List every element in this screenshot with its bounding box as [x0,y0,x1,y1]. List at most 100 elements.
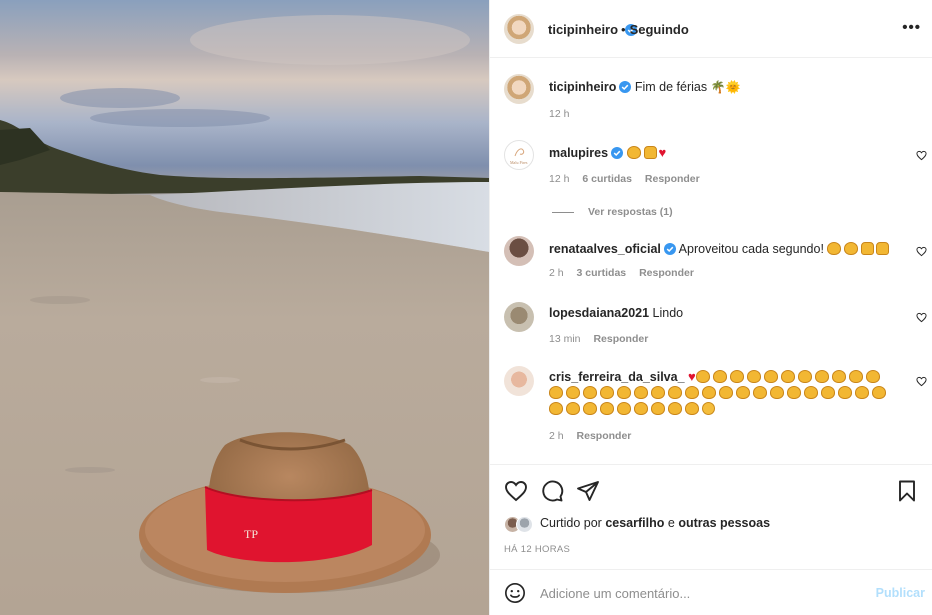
comments-list[interactable]: ticipinheiro Fim de férias 🌴🌞 12 h Malu … [490,58,932,464]
palm-tree-emoji: 🌴 [710,80,726,94]
replies-dash [552,211,574,213]
post-actions: Curtido por cesarfilho e outras pessoas … [490,464,932,569]
caption-username[interactable]: ticipinheiro [549,80,616,94]
caption-text: Fim de férias [634,80,708,94]
clap-emoji [804,386,818,399]
comment-bubble-icon[interactable] [540,479,564,503]
comment-username[interactable]: cris_ferreira_da_silva_ [549,370,685,384]
comment-likes[interactable]: 3 curtidas [577,267,627,279]
clap-emoji [844,242,859,255]
comment-username[interactable]: renataalves_oficial [549,242,661,256]
beach-hat-image: TP [0,15,489,615]
verified-badge-icon [663,243,676,255]
more-options-icon[interactable]: ••• [902,19,921,36]
clap-emoji [753,386,767,399]
clap-emoji [719,386,733,399]
comment-line: lopesdaiana2021 Lindo [549,305,909,321]
add-comment-bar: Publicar [490,569,932,615]
comment-line: renataalves_oficial Aproveitou cada segu… [549,241,909,257]
clap-emoji [566,386,580,399]
clap-emoji [746,370,761,383]
smiling-face-emoji [702,402,715,415]
like-heart-icon[interactable] [504,479,528,503]
clap-emoji [566,402,580,415]
clap-emoji [651,402,665,415]
author-avatar[interactable] [504,14,534,44]
header-separator: • [621,22,626,37]
reply-link[interactable]: Responder [645,173,700,185]
comment-like-heart-icon[interactable] [916,150,927,161]
clap-emoji [549,402,563,415]
commenter-avatar[interactable] [504,236,534,266]
raised-hands-emoji [861,242,875,255]
reply-link[interactable]: Responder [593,333,648,345]
clap-emoji [600,402,614,415]
liked-by-user-link[interactable]: cesarfilho [605,516,664,530]
clap-emoji [702,386,716,399]
clap-emoji [600,386,614,399]
liked-by-others-link[interactable]: outras pessoas [678,516,770,530]
reply-link[interactable]: Responder [639,267,694,279]
clap-emoji [780,370,795,383]
caption-line: ticipinheiro Fim de férias 🌴🌞 [549,79,909,95]
clap-emoji [787,386,801,399]
clap-emoji [797,370,812,383]
comment-like-heart-icon[interactable] [916,312,927,323]
clap-emoji [848,370,863,383]
comment-time: 12 h [549,173,570,185]
commenter-avatar[interactable] [504,302,534,332]
commenter-avatar[interactable] [504,366,534,396]
clap-emoji [634,386,648,399]
comment-time: 2 h [549,430,564,442]
comment-input[interactable] [540,582,860,604]
post-photo[interactable]: TP [0,0,489,615]
clap-emoji [685,386,699,399]
comment-username[interactable]: lopesdaiana2021 [549,306,649,320]
reply-link[interactable]: Responder [577,430,632,442]
caption-time: 12 h [549,108,570,120]
liker-avatar[interactable] [516,516,533,533]
follow-status[interactable]: • Seguindo [621,22,689,37]
comment-likes[interactable]: 6 curtidas [582,173,632,185]
clap-emoji [712,370,727,383]
comment-meta: 2 h Responder [549,430,641,442]
clap-emoji [838,386,852,399]
clap-emoji [583,386,597,399]
liked-by-conj: e [667,516,675,530]
clap-emoji [617,386,631,399]
view-replies-link[interactable]: Ver respostas (1) [552,206,673,218]
instagram-post: TP ticipinheiro • Seguindo ••• ticipinhe… [0,0,932,615]
comment-username[interactable]: malupires [549,146,608,160]
clap-emoji [831,370,846,383]
clap-emoji-row [549,386,889,400]
emoji-smiley-icon[interactable] [504,582,526,604]
view-replies-text[interactable]: Ver respostas (1) [588,206,673,218]
save-bookmark-icon[interactable] [895,479,919,503]
clap-emoji [814,370,829,383]
comment-time: 13 min [549,333,581,345]
caption-meta: 12 h [549,108,579,120]
share-paper-plane-icon[interactable] [576,479,600,503]
clap-emoji [583,402,597,415]
comment-meta: 13 min Responder [549,333,658,345]
clap-emoji [729,370,744,383]
clap-emoji [855,386,869,399]
clap-emoji [668,386,682,399]
comment-meta: 12 h 6 curtidas Responder [549,173,710,185]
post-time-ago[interactable]: HÁ 12 HORAS [504,544,570,555]
comment-like-heart-icon[interactable] [916,246,927,257]
clap-emoji [872,386,886,399]
raised-hands-emoji [876,242,890,255]
malu-logo-text: Malu Pires [510,160,528,165]
clap-emoji-row [549,402,702,416]
comment-like-heart-icon[interactable] [916,376,927,387]
clap-emoji [821,386,835,399]
hat-monogram: TP [244,527,258,541]
author-username-text[interactable]: ticipinheiro [548,22,618,37]
commenter-avatar[interactable]: Malu Pires [504,140,534,170]
following-label[interactable]: Seguindo [630,22,689,37]
publish-button[interactable]: Publicar [876,586,925,600]
clap-emoji [695,370,710,383]
caption-avatar[interactable] [504,74,534,104]
clap-emoji [736,386,750,399]
